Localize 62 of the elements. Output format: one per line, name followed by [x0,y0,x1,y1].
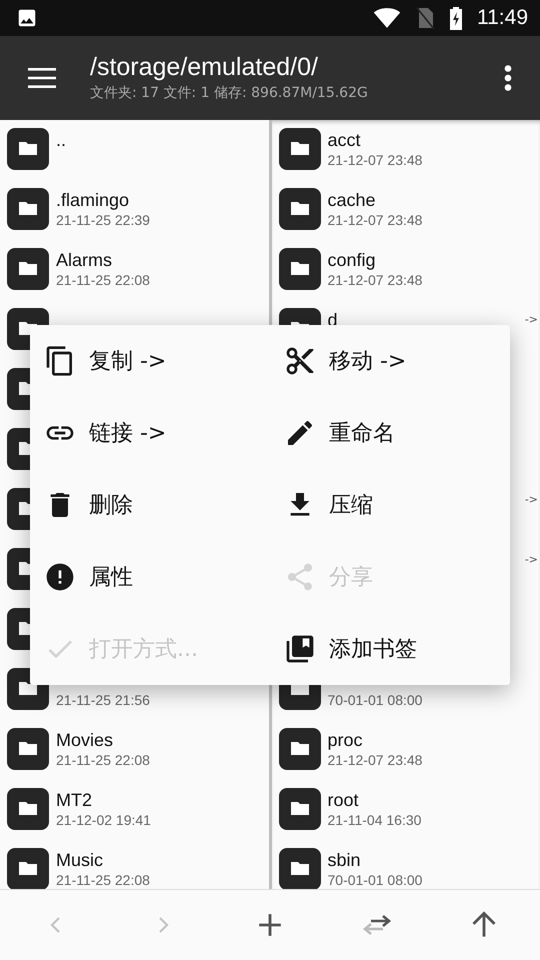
link-marker: -> [524,492,538,506]
modified-date: 70-01-01 08:00 [328,870,422,889]
menu-item[interactable]: 属性 [30,540,270,613]
up-arrow-icon [470,911,498,940]
menu-item[interactable]: 压缩 [270,468,510,541]
battery-charging-icon [449,6,463,30]
folder-icon[interactable] [278,188,320,230]
modified-date: 21-12-07 23:48 [328,750,422,769]
exclamation-icon [44,560,76,593]
wifi-icon [373,6,401,29]
menu-item[interactable]: 复制 -> [30,324,270,397]
scissors-icon [284,344,316,377]
folder-name[interactable]: root [328,788,422,811]
folder-icon[interactable] [7,248,49,290]
folder-icon[interactable] [7,728,49,770]
folder-icon[interactable] [7,788,49,830]
folder-icon[interactable] [278,128,320,170]
folder-name[interactable]: Movies [56,728,150,751]
modified-date: 21-12-07 23:48 [328,270,422,289]
modified-date: 21-12-02 19:41 [56,810,151,829]
plus-icon [256,912,283,938]
folder-name[interactable]: acct [328,128,422,151]
menu-item[interactable]: 链接 -> [30,396,270,469]
more-options-icon[interactable] [504,64,512,91]
swap-arrows-icon [361,913,394,938]
folder-icon[interactable] [278,248,320,290]
modified-date: 21-11-25 22:39 [56,210,150,229]
modified-date: 21-11-25 22:08 [56,750,150,769]
link-marker: -> [524,552,538,566]
modified-date: 70-01-01 08:00 [328,690,422,709]
link-marker: -> [524,312,538,326]
storage-summary: 文件夹: 17 文件: 1 储存: 896.87M/15.62G [90,84,369,102]
folder-name[interactable]: proc [328,728,422,751]
menu-icon[interactable] [28,68,56,88]
folder-name[interactable]: sbin [328,848,422,871]
clock-time: 11:49 [477,6,528,30]
modified-date: 21-11-25 21:56 [56,690,150,709]
menu-item[interactable]: 删除 [30,468,270,541]
menu-item[interactable]: 添加书签 [270,612,510,685]
menu-item[interactable]: 移动 -> [270,324,510,397]
menu-item[interactable]: 重命名 [270,396,510,469]
folder-name[interactable]: Music [56,848,150,871]
folder-icon[interactable] [278,788,320,830]
folder-icon[interactable] [278,728,320,770]
folder-icon[interactable] [278,848,320,890]
folder-name[interactable]: config [328,248,422,271]
folder-name[interactable]: MT2 [56,788,151,811]
bookmark-icon [284,632,316,665]
folder-icon[interactable] [7,188,49,230]
folder-name[interactable]: cache [328,188,422,211]
folder-icon[interactable] [7,128,49,170]
folder-name[interactable]: .. [56,128,66,151]
modified-date: 21-11-25 22:08 [56,270,150,289]
modified-date: 21-12-07 23:48 [328,210,422,229]
no-sim-icon [415,6,435,30]
folder-icon[interactable] [7,848,49,890]
path-title: /storage/emulated/0/ [90,53,319,82]
modified-date: 21-11-25 22:08 [56,870,150,889]
modified-date: 21-11-04 16:30 [328,810,422,829]
folder-name[interactable]: Alarms [56,248,150,271]
folder-name[interactable]: .flamingo [56,188,150,211]
modified-date: 21-12-07 23:48 [328,150,422,169]
